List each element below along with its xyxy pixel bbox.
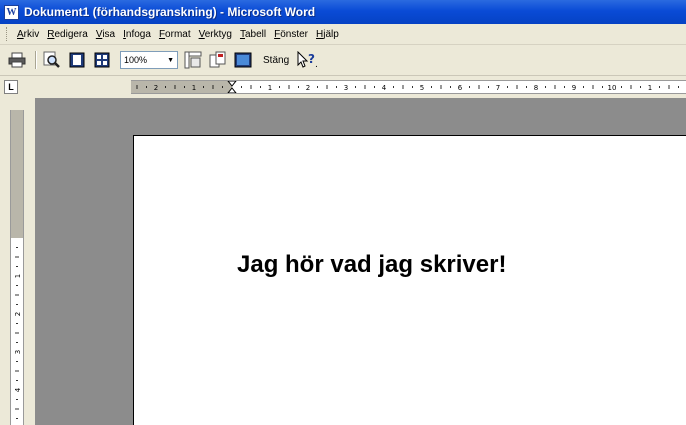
zoom-value: 100% bbox=[124, 55, 148, 65]
ruler-label: 7 bbox=[496, 84, 500, 92]
ruler-label: 3 bbox=[344, 84, 348, 92]
menu-arkiv[interactable]: Arkiv bbox=[13, 29, 43, 40]
print-preview-toolbar: 100% ▼ Stäng ? . bbox=[0, 45, 686, 76]
menu-grip-handle[interactable] bbox=[6, 27, 9, 41]
hanging-indent-marker[interactable] bbox=[227, 87, 237, 93]
ruler-label: 2 bbox=[306, 84, 310, 92]
ruler-label: 5 bbox=[420, 84, 424, 92]
vertical-ruler[interactable]: 211234 bbox=[10, 110, 24, 425]
ruler-label: 1 bbox=[14, 274, 22, 278]
ruler-label: 8 bbox=[534, 84, 538, 92]
menu-infoga[interactable]: Infoga bbox=[119, 29, 155, 40]
ruler-label: 4 bbox=[382, 84, 387, 92]
top-margin-area bbox=[11, 110, 23, 238]
menu-redigera[interactable]: Redigera bbox=[43, 29, 92, 40]
context-help-button[interactable]: ? . bbox=[295, 49, 321, 71]
ruler-label: 6 bbox=[458, 84, 463, 92]
document-text: Jag hör vad jag skriver! bbox=[237, 251, 507, 278]
tab-selector-button[interactable]: L bbox=[4, 80, 18, 94]
close-preview-button[interactable]: Stäng bbox=[263, 55, 289, 66]
ruler-label: 4 bbox=[14, 387, 22, 392]
title-bar: W Dokument1 (förhandsgranskning) - Micro… bbox=[0, 0, 686, 24]
workspace: 211234 Jag hör vad jag skriver! bbox=[0, 98, 686, 425]
ruler-label: 1 bbox=[648, 84, 652, 92]
shrink-to-fit-button[interactable] bbox=[207, 49, 229, 71]
menu-tabell[interactable]: Tabell bbox=[236, 29, 270, 40]
ruler-label: 3 bbox=[14, 350, 22, 354]
chevron-down-icon: ▼ bbox=[167, 56, 174, 64]
ruler-label: 10 bbox=[608, 84, 617, 92]
menu-visa[interactable]: Visa bbox=[92, 29, 119, 40]
zoom-dropdown[interactable]: 100% ▼ bbox=[120, 51, 178, 69]
document-page[interactable]: Jag hör vad jag skriver! bbox=[133, 135, 686, 425]
ruler-toggle-icon bbox=[184, 51, 202, 69]
multiple-pages-icon bbox=[94, 52, 110, 68]
menu-bar: Arkiv Redigera Visa Infoga Format Verkty… bbox=[0, 24, 686, 45]
toolbar-separator bbox=[35, 51, 37, 69]
multiple-pages-button[interactable] bbox=[91, 49, 113, 71]
menu-verktyg[interactable]: Verktyg bbox=[195, 29, 236, 40]
magnifier-icon bbox=[43, 51, 60, 68]
svg-text:?: ? bbox=[308, 52, 315, 66]
print-button[interactable] bbox=[6, 49, 28, 71]
horizontal-ruler-ticks: 2 1 1 2 3 4 5 6 7 8 9 10 1 bbox=[136, 81, 679, 93]
full-screen-icon bbox=[234, 52, 252, 68]
full-screen-button[interactable] bbox=[232, 49, 254, 71]
word-app-icon[interactable]: W bbox=[4, 4, 19, 20]
help-icon: ? . bbox=[297, 51, 318, 69]
ruler-row: L 2 1 1 2 3 4 5 6 7 8 9 10 1 bbox=[0, 76, 686, 98]
print-icon bbox=[8, 52, 26, 68]
ruler-label: 2 bbox=[14, 312, 22, 316]
ruler-label: 2 bbox=[154, 84, 158, 92]
svg-text:.: . bbox=[315, 60, 318, 69]
view-ruler-button[interactable] bbox=[182, 49, 204, 71]
first-line-indent-marker[interactable] bbox=[227, 81, 237, 87]
one-page-icon bbox=[69, 52, 85, 68]
one-page-button[interactable] bbox=[66, 49, 88, 71]
ruler-label: 1 bbox=[268, 84, 272, 92]
menu-fonster[interactable]: Fönster bbox=[270, 29, 312, 40]
ruler-label: 1 bbox=[192, 84, 196, 92]
horizontal-ruler[interactable]: 2 1 1 2 3 4 5 6 7 8 9 10 1 bbox=[131, 80, 686, 94]
shrink-to-fit-icon bbox=[209, 51, 226, 68]
menu-hjalp[interactable]: Hjälp bbox=[312, 29, 343, 40]
ruler-label: 9 bbox=[572, 84, 576, 92]
window-title: Dokument1 (förhandsgranskning) - Microso… bbox=[24, 5, 316, 19]
menu-format[interactable]: Format bbox=[155, 29, 195, 40]
magnifier-button[interactable] bbox=[41, 49, 63, 71]
